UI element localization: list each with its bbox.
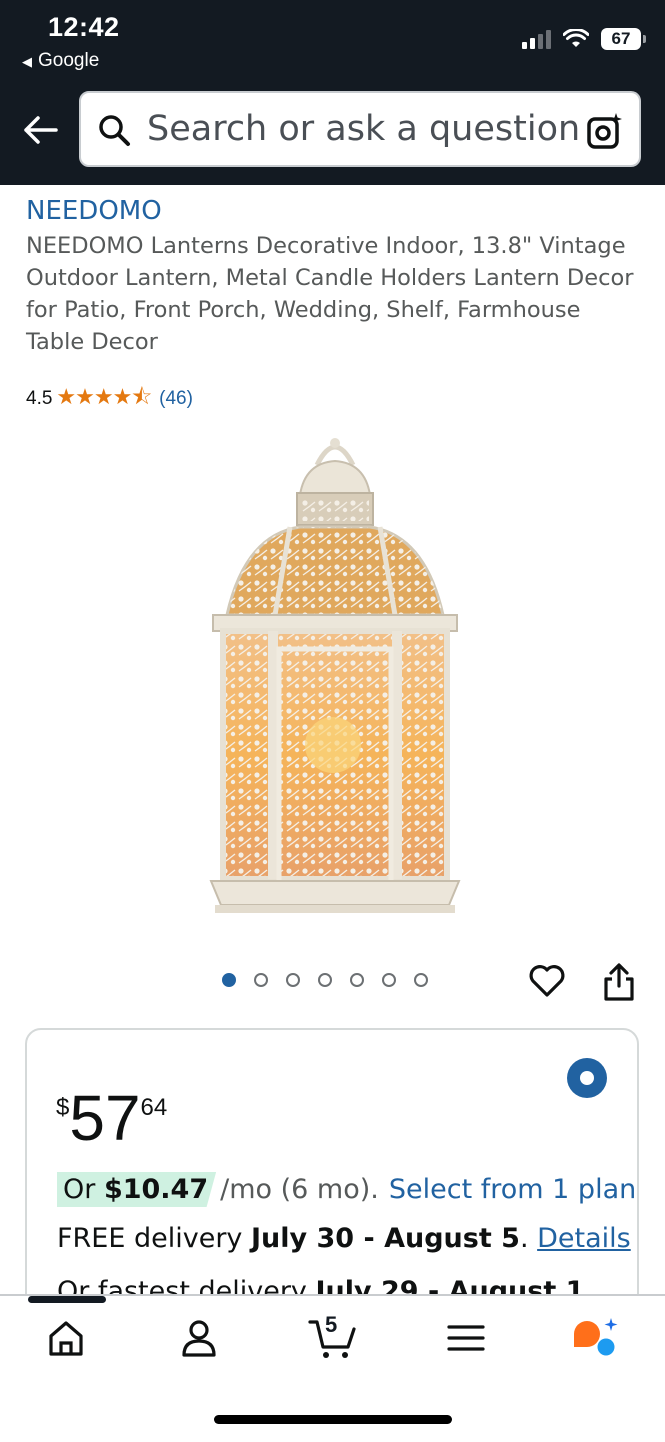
account-icon[interactable]: [177, 1316, 221, 1360]
status-icons: 67: [522, 28, 646, 50]
search-icon: [99, 115, 130, 146]
image-carousel-dots[interactable]: [222, 973, 428, 987]
heart-icon[interactable]: [528, 962, 566, 1000]
carousel-dot-4[interactable]: [318, 973, 332, 987]
status-time: 12:42: [48, 12, 120, 42]
review-count[interactable]: (46): [159, 388, 193, 410]
rating-value: 4.5: [26, 388, 53, 409]
price-whole: 57: [69, 1082, 141, 1154]
monthly-amount: $10.47: [103, 1174, 209, 1205]
menu-icon[interactable]: [444, 1316, 488, 1360]
star-rating-icon: ★★★★⯪: [56, 384, 152, 409]
delivery-row: FREE delivery July 30 - August 5. Detail…: [57, 1223, 631, 1254]
wifi-icon: [563, 29, 589, 47]
monthly-suffix: /mo (6 mo).: [220, 1174, 379, 1205]
price-currency: $: [56, 1094, 70, 1121]
delivery-dates: July 30 - August 5: [251, 1223, 520, 1254]
carousel-dot-2[interactable]: [254, 973, 268, 987]
cellular-signal-icon: [522, 29, 551, 49]
back-arrow-icon[interactable]: [20, 110, 60, 150]
camera-scan-icon[interactable]: [585, 111, 625, 151]
price: $ 57 64: [56, 1082, 167, 1154]
price-fraction: 64: [140, 1094, 168, 1121]
purchase-option-radio[interactable]: [567, 1058, 607, 1098]
battery-level: 67: [611, 29, 631, 48]
brand-link[interactable]: NEEDOMO: [26, 196, 162, 226]
carousel-dot-6[interactable]: [382, 973, 396, 987]
home-icon[interactable]: [44, 1316, 88, 1360]
select-plan-link[interactable]: Select from 1 plan: [389, 1174, 636, 1205]
home-indicator: [214, 1415, 452, 1424]
monthly-prefix: Or: [63, 1174, 104, 1205]
carousel-dot-3[interactable]: [286, 973, 300, 987]
product-image[interactable]: [205, 435, 465, 920]
active-tab-indicator: [28, 1296, 106, 1303]
search-bar[interactable]: Search or ask a question: [79, 91, 641, 167]
carousel-dot-7[interactable]: [414, 973, 428, 987]
delivery-period: .: [519, 1223, 529, 1254]
rating-row[interactable]: 4.5 ★★★★⯪ (46): [26, 380, 193, 418]
search-placeholder[interactable]: Search or ask a question: [147, 109, 580, 149]
carousel-dot-5[interactable]: [350, 973, 364, 987]
share-icon[interactable]: [602, 962, 636, 1002]
rufus-assistant-icon[interactable]: [570, 1316, 620, 1360]
back-app-label: Google: [38, 50, 100, 71]
back-to-app[interactable]: ◀ Google: [22, 50, 99, 72]
delivery-prefix: FREE delivery: [57, 1223, 251, 1254]
carousel-dot-1[interactable]: [222, 973, 236, 987]
product-title: NEEDOMO Lanterns Decorative Indoor, 13.8…: [26, 233, 634, 355]
details-link[interactable]: Details: [537, 1223, 631, 1254]
monthly-payment-row: Or $10.47 /mo (6 mo). Select from 1 plan: [57, 1172, 636, 1207]
battery-icon: 67: [601, 28, 646, 50]
top-header: 12:42 ◀ Google 67 Search or ask a questio…: [0, 0, 665, 185]
monthly-highlight: Or $10.47: [57, 1172, 217, 1207]
back-triangle-icon: ◀: [22, 54, 32, 69]
cart-count: 5: [325, 1312, 338, 1337]
